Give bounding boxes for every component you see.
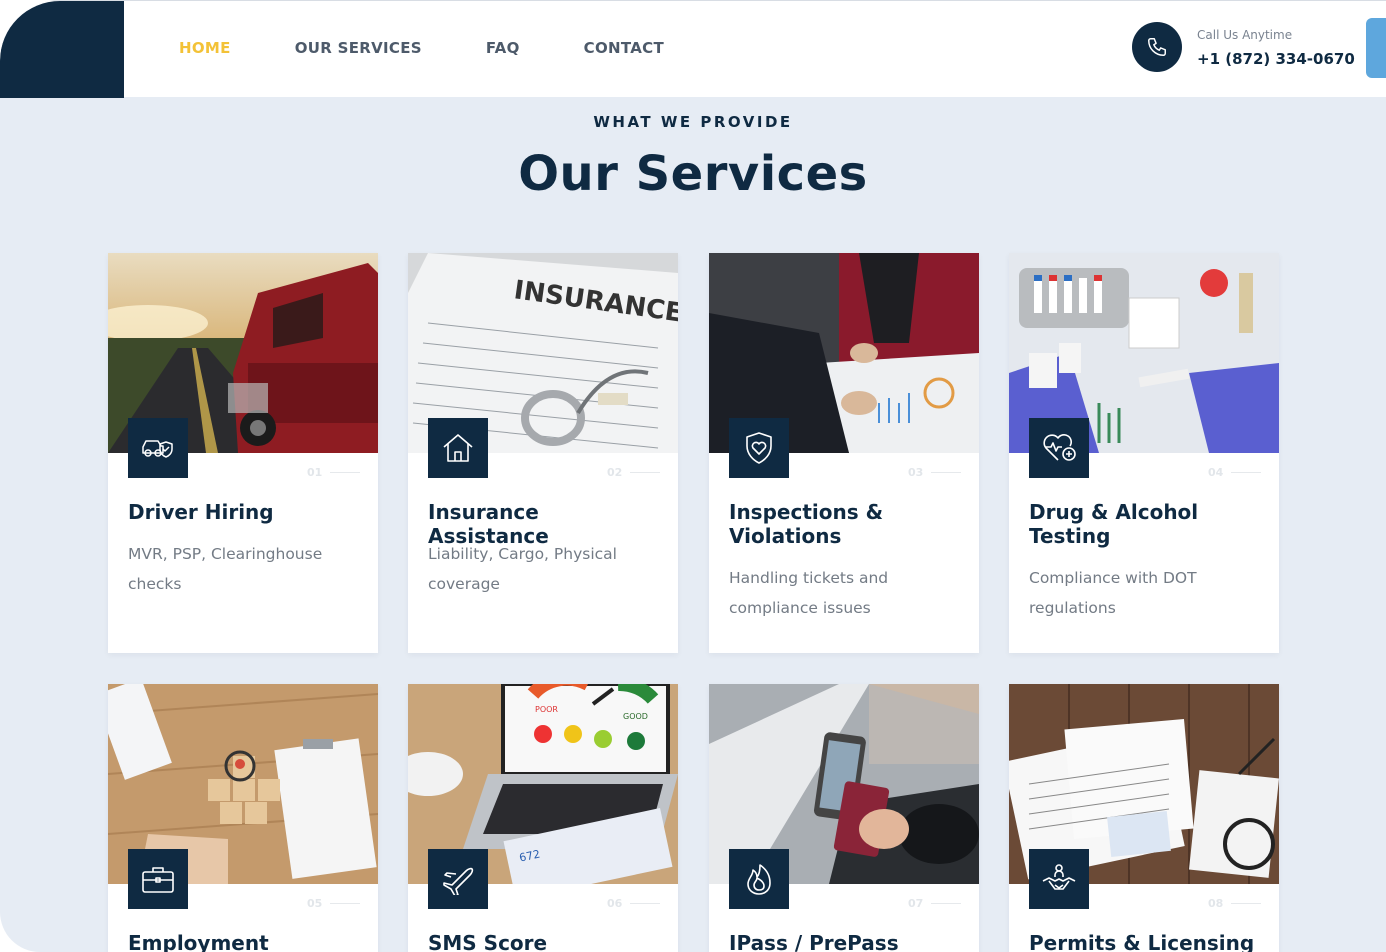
number-divider [931,472,961,473]
briefcase-icon [128,849,188,909]
card-title[interactable]: Driver Hiring [128,500,363,524]
service-card-ipass-prepass[interactable]: 07 IPass / PrePass [709,684,979,952]
number-divider [1231,472,1261,473]
service-card-inspections[interactable]: 03 Inspections & Violations Handling tic… [709,253,979,653]
phone-number[interactable]: +1 (872) 334-0670 [1197,50,1355,68]
number-divider [1231,903,1261,904]
service-card-driver-hiring[interactable]: 01 Driver Hiring MVR, PSP, Clearinghouse… [108,253,378,653]
handshake-icon [1029,849,1089,909]
card-number: 03 [908,466,924,479]
card-description: Compliance with DOT regulations [1029,569,1197,617]
main-nav: HOME OUR SERVICES FAQ CONTACT [179,39,728,57]
site-header: HOME OUR SERVICES FAQ CONTACT Call Us An… [0,0,1386,98]
card-number: 08 [1208,897,1224,910]
service-card-insurance[interactable]: INSURANCE 02 Insurance Assistance Liabil… [408,253,678,653]
nav-contact[interactable]: CONTACT [584,39,664,57]
card-number: 06 [607,897,623,910]
logo-block[interactable] [0,1,124,98]
card-number: 01 [307,466,323,479]
number-divider [931,903,961,904]
card-title[interactable]: Inspections & Violations [729,500,964,548]
phone-caption: Call Us Anytime [1197,28,1293,42]
page-frame: HOME OUR SERVICES FAQ CONTACT Call Us An… [0,0,1386,952]
service-card-employment[interactable]: 05 Employment [108,684,378,952]
card-number: 04 [1208,466,1224,479]
section-title: Our Services [518,146,868,202]
section-kicker: WHAT WE PROVIDE [593,113,793,131]
airplane-icon [428,849,488,909]
nav-faq[interactable]: FAQ [486,39,520,57]
card-description: MVR, PSP, Clearinghouse checks [128,545,323,593]
card-title[interactable]: Employment [128,931,363,952]
flame-icon [729,849,789,909]
card-number: 05 [307,897,323,910]
house-icon [428,418,488,478]
heart-pulse-icon [1029,418,1089,478]
number-divider [330,903,360,904]
service-card-sms-score[interactable]: POOR GOOD 672 06 SMS Score [408,684,678,952]
card-title[interactable]: Permits & Licensing [1029,931,1264,952]
number-divider [630,903,660,904]
card-number: 07 [908,897,924,910]
side-tab[interactable] [1366,18,1386,78]
number-divider [630,472,660,473]
phone-icon[interactable] [1132,22,1182,72]
card-description: Handling tickets and compliance issues [729,569,889,617]
nav-our-services[interactable]: OUR SERVICES [295,39,422,57]
card-number: 02 [607,466,623,479]
number-divider [330,472,360,473]
svg-text:POOR: POOR [535,705,558,714]
card-description: Liability, Cargo, Physical coverage [428,545,617,593]
service-card-drug-alcohol[interactable]: 04 Drug & Alcohol Testing Compliance wit… [1009,253,1279,653]
nav-home[interactable]: HOME [179,39,231,57]
card-title[interactable]: Drug & Alcohol Testing [1029,500,1264,548]
svg-text:GOOD: GOOD [623,712,648,721]
card-title[interactable]: SMS Score [428,931,663,952]
card-title[interactable]: IPass / PrePass [729,931,964,952]
service-card-permits-licensing[interactable]: 08 Permits & Licensing [1009,684,1279,952]
car-shield-icon [128,418,188,478]
shield-heart-icon [729,418,789,478]
